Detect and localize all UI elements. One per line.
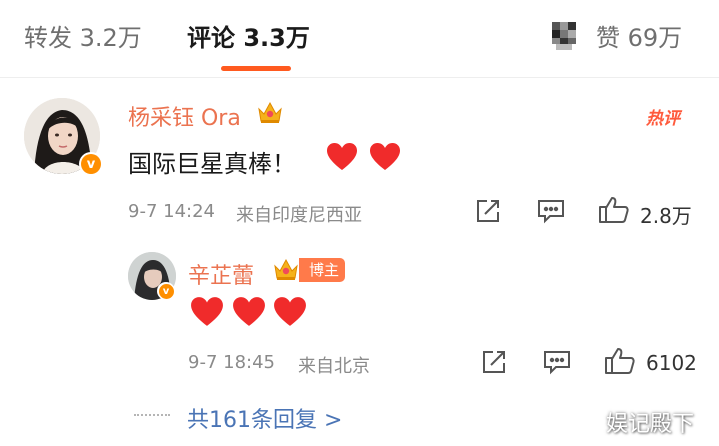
comment-icon[interactable] (542, 348, 572, 376)
blogger-badge: 博主 (299, 258, 346, 282)
comment-like-count: 2.8万 (640, 204, 692, 228)
heart-icon (273, 296, 307, 328)
comment-icon[interactable] (536, 197, 566, 225)
share-icon[interactable] (474, 197, 502, 225)
tab-likes[interactable]: 赞 69万 (596, 18, 682, 53)
reply-dots-divider (134, 414, 170, 418)
heart-icon (369, 142, 401, 172)
reply-timestamp: 9-7 18:45 (188, 352, 275, 373)
reply-source: 来自北京 (298, 356, 370, 377)
comment-username[interactable]: 杨采钰 Ora (128, 100, 241, 132)
comment-timestamp: 9-7 14:24 (128, 201, 215, 222)
view-replies-link[interactable]: 共161条回复 > (187, 402, 342, 434)
comment-text: 国际巨星真棒！ (128, 150, 296, 178)
like-icon[interactable] (598, 195, 630, 225)
active-tab-indicator (221, 66, 291, 71)
tab-repost[interactable]: 转发 3.2万 (24, 18, 142, 53)
crown-icon (256, 99, 284, 125)
tab-divider (0, 77, 719, 78)
tab-comments[interactable]: 评论 3.3万 (187, 18, 310, 53)
reply-username[interactable]: 辛芷蕾 (188, 258, 254, 290)
crown-icon (272, 256, 300, 282)
share-icon[interactable] (480, 348, 508, 376)
verified-icon: v (79, 152, 103, 176)
reply-like-count: 6102 (646, 351, 697, 375)
heart-icon (326, 142, 358, 172)
comment-source: 来自印度尼西亚 (236, 205, 362, 226)
hot-comment-badge: 热评 (646, 109, 680, 129)
watermark: 娱记殿下 (606, 412, 695, 437)
heart-icon (232, 296, 266, 328)
verified-icon: v (157, 282, 175, 300)
like-icon[interactable] (604, 346, 636, 376)
pixelated-icon (552, 22, 576, 50)
heart-icon (190, 296, 224, 328)
